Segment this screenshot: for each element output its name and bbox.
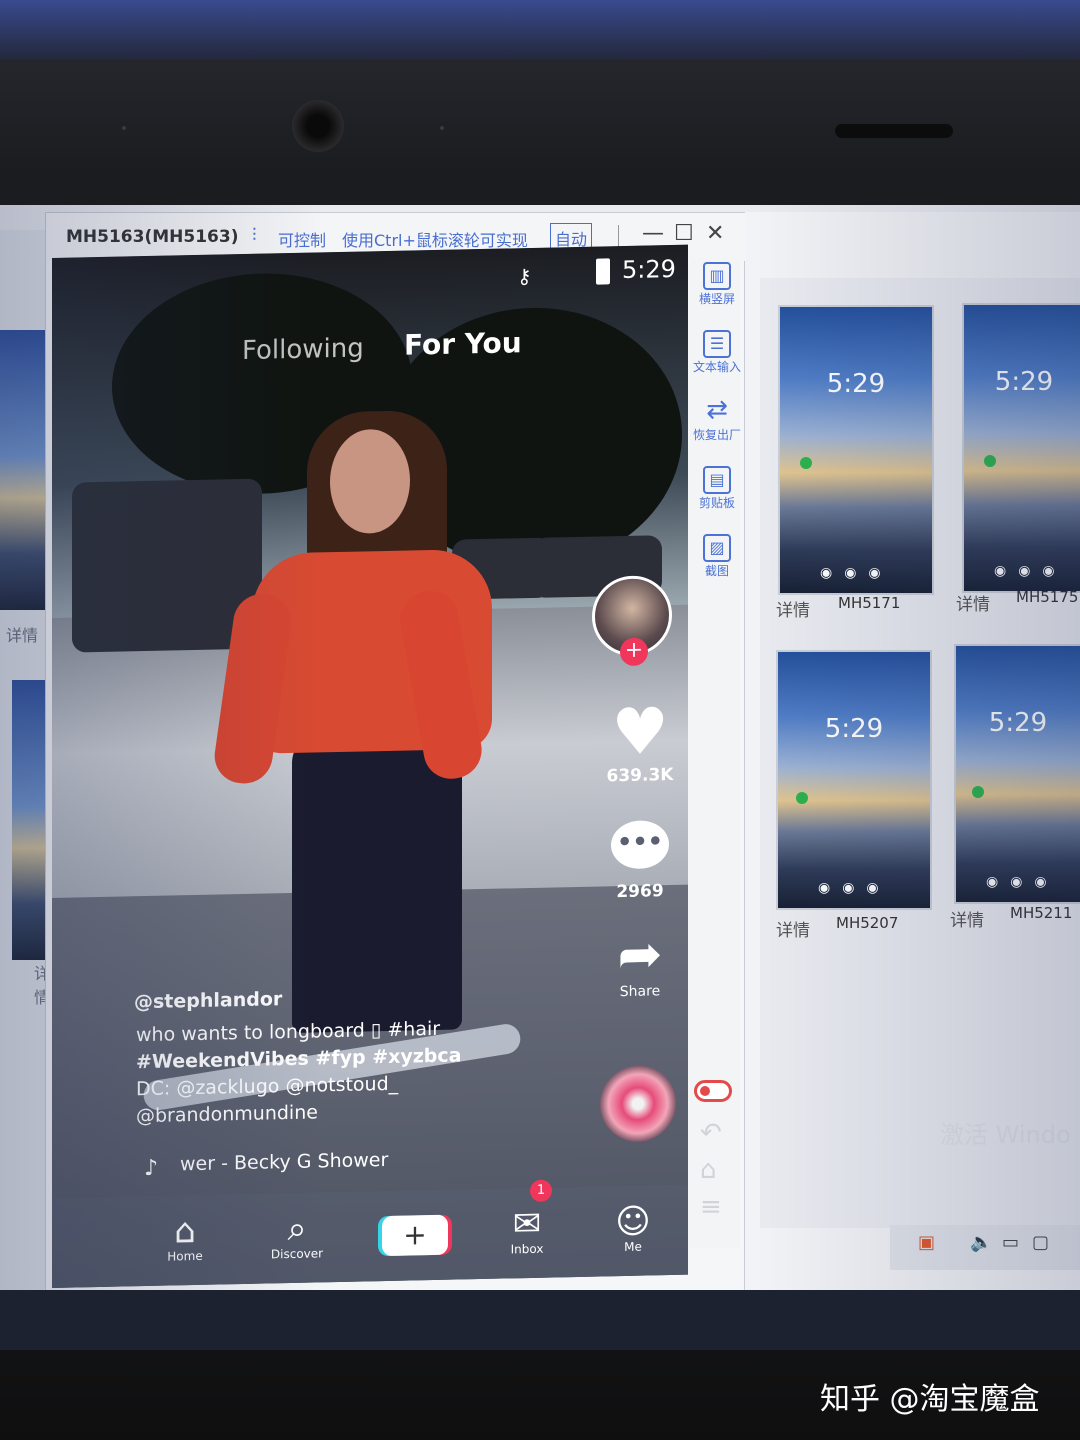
watermark: 知乎 @淘宝魔盒	[820, 1382, 1040, 1417]
zoom-hint: 使用Ctrl+鼠标滚轮可实现	[342, 231, 528, 250]
menu-icon[interactable]: ≡	[700, 1192, 722, 1222]
comment-button[interactable]: •••	[600, 820, 680, 870]
device-thumbnail[interactable]: 5:29 ◉◉◉	[776, 650, 932, 910]
nav-me-label: Me	[624, 1239, 642, 1255]
comment-icon: •••	[611, 820, 669, 870]
thumb-clock: 5:29	[994, 367, 1054, 397]
battery-icon[interactable]: ▭	[1002, 1232, 1019, 1253]
create-button[interactable]: +	[382, 1214, 448, 1257]
battery-icon	[596, 258, 610, 285]
nav-discover[interactable]: ⌕ Discover	[252, 1208, 342, 1262]
toolbar-rotate[interactable]: ▥ 横竖屏	[690, 262, 744, 307]
search-icon: ⌕	[287, 1208, 307, 1250]
screenshot-icon: ▨	[703, 534, 731, 562]
toolbar-screenshot[interactable]: ▨ 截图	[690, 534, 744, 579]
share-arrow-icon: ➦	[617, 922, 663, 987]
toolbar-text-input[interactable]: ☰ 文本输入	[690, 330, 744, 375]
minimize-button[interactable]: —	[642, 221, 664, 246]
device-name: MH5175	[1016, 588, 1079, 606]
webcam	[292, 100, 344, 152]
home-icon: ⌂	[174, 1210, 196, 1252]
device-name: MH5171	[838, 594, 901, 612]
nav-discover-label: Discover	[270, 1246, 324, 1262]
nav-me[interactable]: ☺ Me	[588, 1201, 678, 1255]
text-input-icon: ☰	[703, 330, 731, 358]
tab-following[interactable]: Following	[242, 333, 364, 366]
back-icon[interactable]: ↶	[700, 1118, 722, 1148]
network-icon[interactable]: ▢	[1032, 1232, 1049, 1253]
nav-inbox-label: Inbox	[510, 1241, 544, 1257]
share-button[interactable]: ➦	[600, 922, 680, 987]
volume-icon[interactable]: 🔈	[970, 1232, 992, 1253]
caption-mention[interactable]: @brandonmundine	[136, 1101, 318, 1127]
indicator-dot	[122, 126, 126, 130]
bezel-bottom	[0, 1290, 1080, 1350]
detail-link[interactable]: 详情	[956, 590, 990, 615]
comment-count: 2969	[616, 881, 664, 903]
detail-link[interactable]: 详情	[6, 622, 38, 646]
rotate-screen-icon: ▥	[703, 262, 731, 290]
device-name: MH5211	[1010, 904, 1073, 922]
toolbar-label: 恢复出厂	[692, 428, 741, 442]
device-thumbnail[interactable]: 5:29 ◉◉◉	[954, 644, 1080, 904]
clipboard-icon: ▤	[703, 466, 731, 494]
nav-home[interactable]: ⌂ Home	[140, 1210, 230, 1264]
app-icon	[796, 792, 808, 804]
app-icon	[800, 457, 812, 469]
app-icon	[972, 786, 984, 798]
top-glare	[0, 0, 1080, 60]
divider	[618, 225, 619, 247]
thumb-clock: 5:29	[824, 714, 884, 744]
lid-latch	[835, 124, 953, 138]
thumb-clock: 5:29	[826, 369, 886, 399]
nav-home-label: Home	[167, 1248, 203, 1264]
like-count: 639.3K	[606, 764, 674, 787]
nav-inbox[interactable]: ✉ Inbox	[482, 1203, 572, 1257]
dock-icons: ◉◉◉	[994, 563, 1067, 579]
status-time: 5:29	[622, 254, 676, 285]
profile-icon: ☺	[615, 1201, 651, 1243]
dock-icons: ◉◉◉	[818, 880, 891, 896]
home-icon[interactable]: ⌂	[700, 1155, 717, 1185]
music-title[interactable]: wer - Becky G Shower	[180, 1149, 388, 1175]
toolbar-label: 剪贴板	[698, 496, 735, 510]
key-icon: ⚷	[517, 263, 532, 289]
detail-link[interactable]: 详情	[776, 916, 810, 941]
toolbar-factory-reset[interactable]: ⇄ 恢复出厂	[690, 395, 744, 443]
detail-link[interactable]: 详情	[776, 596, 810, 621]
window-title: MH5163(MH5163)	[66, 227, 239, 247]
indicator-dot	[440, 126, 444, 130]
device-thumbnail[interactable]: 5:29 ◉◉◉	[962, 303, 1080, 593]
share-label: Share	[619, 983, 661, 1001]
device-name: MH5207	[836, 914, 899, 932]
phone-screen[interactable]: ⚷ 5:29 Following For You + ♥ 639.3K ••• …	[52, 244, 688, 1288]
toolbar-label: 横竖屏	[698, 292, 735, 306]
dock-icons: ◉◉◉	[820, 565, 893, 581]
control-status[interactable]: 可控制	[278, 227, 326, 251]
creator-username[interactable]: @stephlandor	[134, 988, 282, 1013]
app-icon	[984, 455, 996, 467]
detail-link[interactable]: 详情	[950, 906, 984, 931]
dock-icons: ◉◉◉	[986, 874, 1059, 890]
device-thumbnail[interactable]: 5:29 ◉◉◉	[778, 305, 934, 595]
music-note-icon: ♪	[144, 1155, 159, 1182]
control-slider-icon: ⫶	[252, 225, 257, 246]
toolbar-label: 截图	[704, 564, 729, 578]
heart-icon: ♥	[611, 695, 669, 771]
factory-reset-icon: ⇄	[706, 395, 728, 425]
inbox-icon: ✉	[512, 1203, 542, 1245]
thumb-clock: 5:29	[988, 708, 1048, 738]
toolbar-clipboard[interactable]: ▤ 剪贴板	[690, 466, 744, 511]
toggle-switch[interactable]	[694, 1080, 732, 1102]
like-button[interactable]: ♥	[600, 695, 680, 771]
close-button[interactable]: ✕	[706, 221, 724, 246]
app-tray-icon[interactable]: ▣	[918, 1232, 935, 1253]
tab-for-you[interactable]: For You	[404, 326, 522, 361]
activate-windows-text: 激活 Windo	[940, 1121, 1071, 1149]
maximize-button[interactable]: ☐	[674, 221, 694, 246]
toolbar-label: 文本输入	[692, 360, 741, 374]
